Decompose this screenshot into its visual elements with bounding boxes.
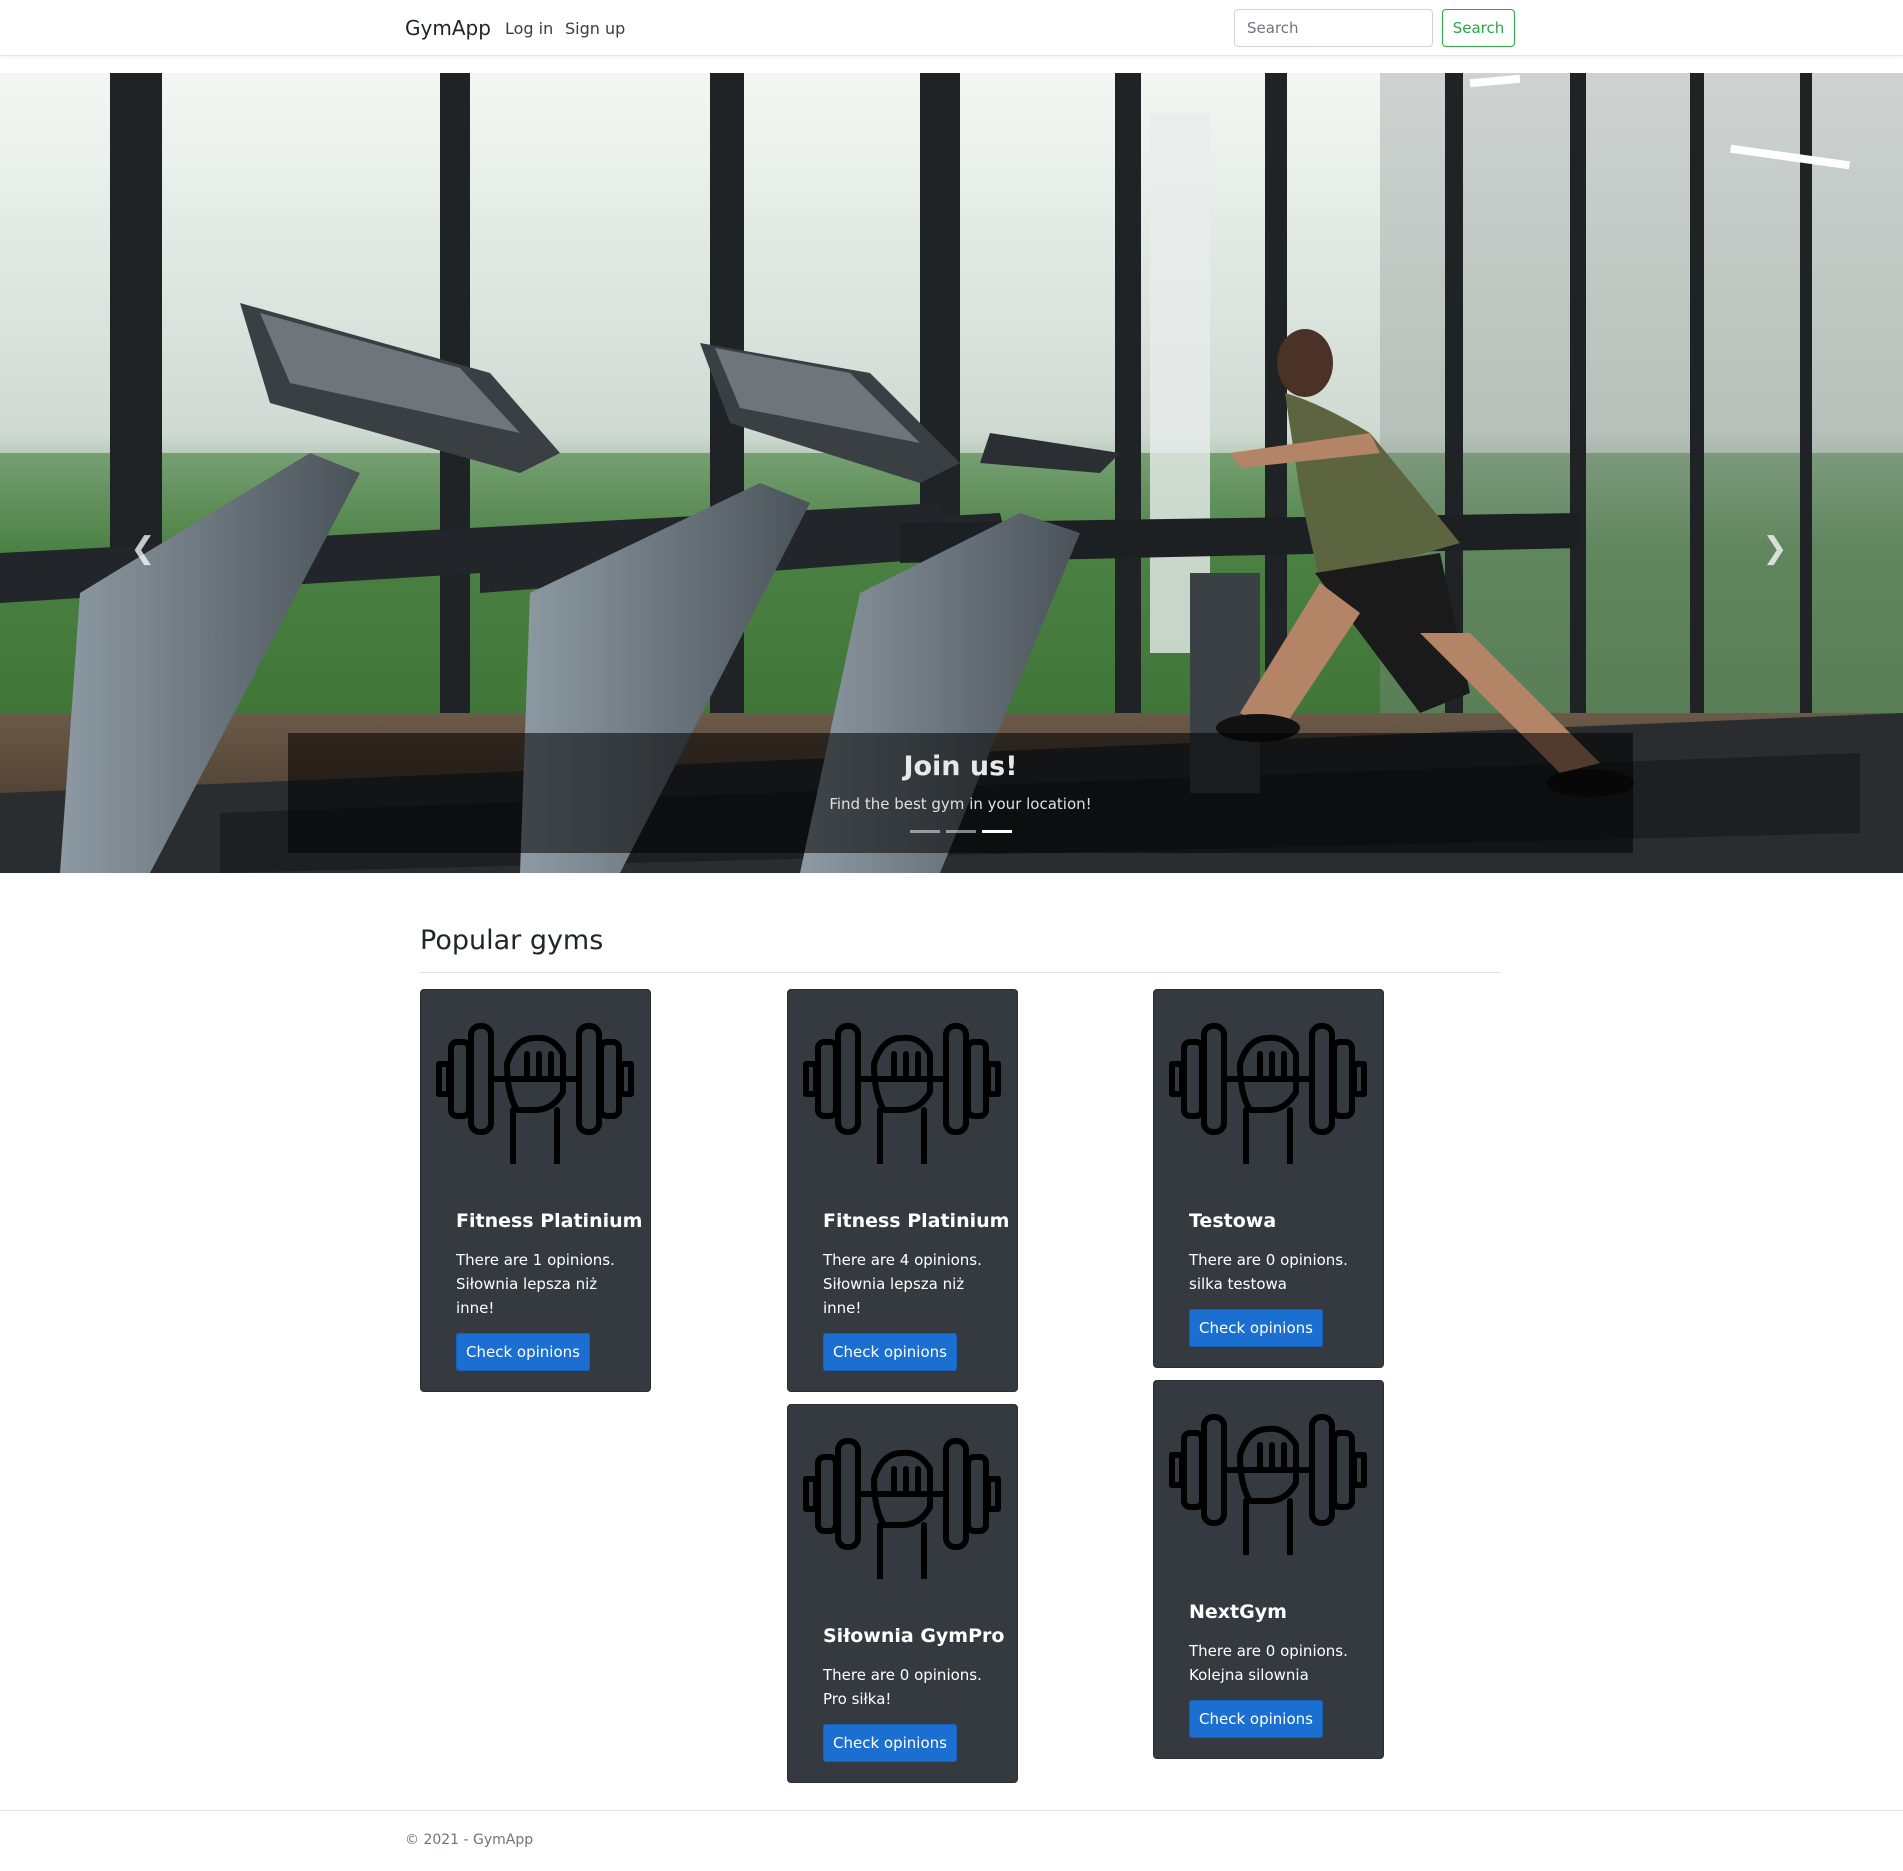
carousel-indicator-1[interactable] <box>909 830 940 833</box>
gym-name: NextGym <box>1189 1601 1287 1623</box>
gym-card: NextGym There are 0 opinions. Kolejna si… <box>1153 1380 1384 1759</box>
gym-opinions: There are 0 opinions. <box>823 1666 982 1684</box>
gym-name: Testowa <box>1189 1210 1277 1232</box>
check-opinions-button[interactable]: Check opinions <box>823 1724 957 1762</box>
gym-description: Siłownia lepsza niż inne! <box>823 1275 965 1317</box>
gym-opinions: There are 0 opinions. <box>1189 1251 1348 1269</box>
login-link[interactable]: Log in <box>505 19 553 38</box>
dumbbell-fist-icon <box>1169 1023 1367 1164</box>
caption-title: Join us! <box>903 751 1018 782</box>
dumbbell-fist-icon <box>803 1438 1001 1579</box>
section-title: Popular gyms <box>420 925 604 956</box>
dumbbell-fist-icon <box>803 1023 1001 1164</box>
carousel-indicator-2[interactable] <box>945 830 976 833</box>
gym-opinions: There are 4 opinions. <box>823 1251 982 1269</box>
caption-text: Find the best gym in your location! <box>829 795 1092 813</box>
check-opinions-button[interactable]: Check opinions <box>456 1333 590 1371</box>
chevron-right-icon[interactable]: ❯ <box>1760 528 1790 568</box>
gym-card: Fitness Platinium There are 1 opinions. … <box>420 989 651 1392</box>
check-opinions-button[interactable]: Check opinions <box>823 1333 957 1371</box>
gym-description: Siłownia lepsza niż inne! <box>456 1275 598 1317</box>
carousel-indicator-3[interactable] <box>981 830 1012 833</box>
gym-card: Testowa There are 0 opinions. silka test… <box>1153 989 1384 1368</box>
gym-name: Siłownia GymPro <box>823 1625 1005 1647</box>
section-divider <box>420 972 1500 973</box>
footer-divider <box>0 1810 1903 1811</box>
gym-opinions: There are 0 opinions. <box>1189 1642 1348 1660</box>
gym-card: Fitness Platinium There are 4 opinions. … <box>787 989 1018 1392</box>
search-input[interactable] <box>1234 9 1433 47</box>
search-button[interactable]: Search <box>1442 9 1515 47</box>
carousel-caption: Join us! Find the best gym in your locat… <box>288 733 1633 853</box>
gym-description: Pro siłka! <box>823 1690 892 1708</box>
check-opinions-button[interactable]: Check opinions <box>1189 1700 1323 1738</box>
carousel-indicators <box>288 830 1633 833</box>
signup-link[interactable]: Sign up <box>565 19 625 38</box>
check-opinions-button[interactable]: Check opinions <box>1189 1309 1323 1347</box>
navbar: GymApp Log in Sign up Search <box>0 0 1903 56</box>
dumbbell-fist-icon <box>1169 1414 1367 1555</box>
dumbbell-fist-icon <box>436 1023 634 1164</box>
gym-card: Siłownia GymPro There are 0 opinions. Pr… <box>787 1404 1018 1783</box>
gym-name: Fitness Platinium <box>823 1210 1010 1232</box>
gym-opinions: There are 1 opinions. <box>456 1251 615 1269</box>
chevron-left-icon[interactable]: ❮ <box>128 528 158 568</box>
gym-description: Kolejna silownia <box>1189 1666 1309 1684</box>
footer-copyright: © 2021 - GymApp <box>405 1832 534 1848</box>
gym-description: silka testowa <box>1189 1275 1287 1293</box>
hero-carousel: ❮ ❯ Join us! Find the best gym in your l… <box>0 73 1903 873</box>
gym-name: Fitness Platinium <box>456 1210 643 1232</box>
brand-link[interactable]: GymApp <box>405 16 491 40</box>
